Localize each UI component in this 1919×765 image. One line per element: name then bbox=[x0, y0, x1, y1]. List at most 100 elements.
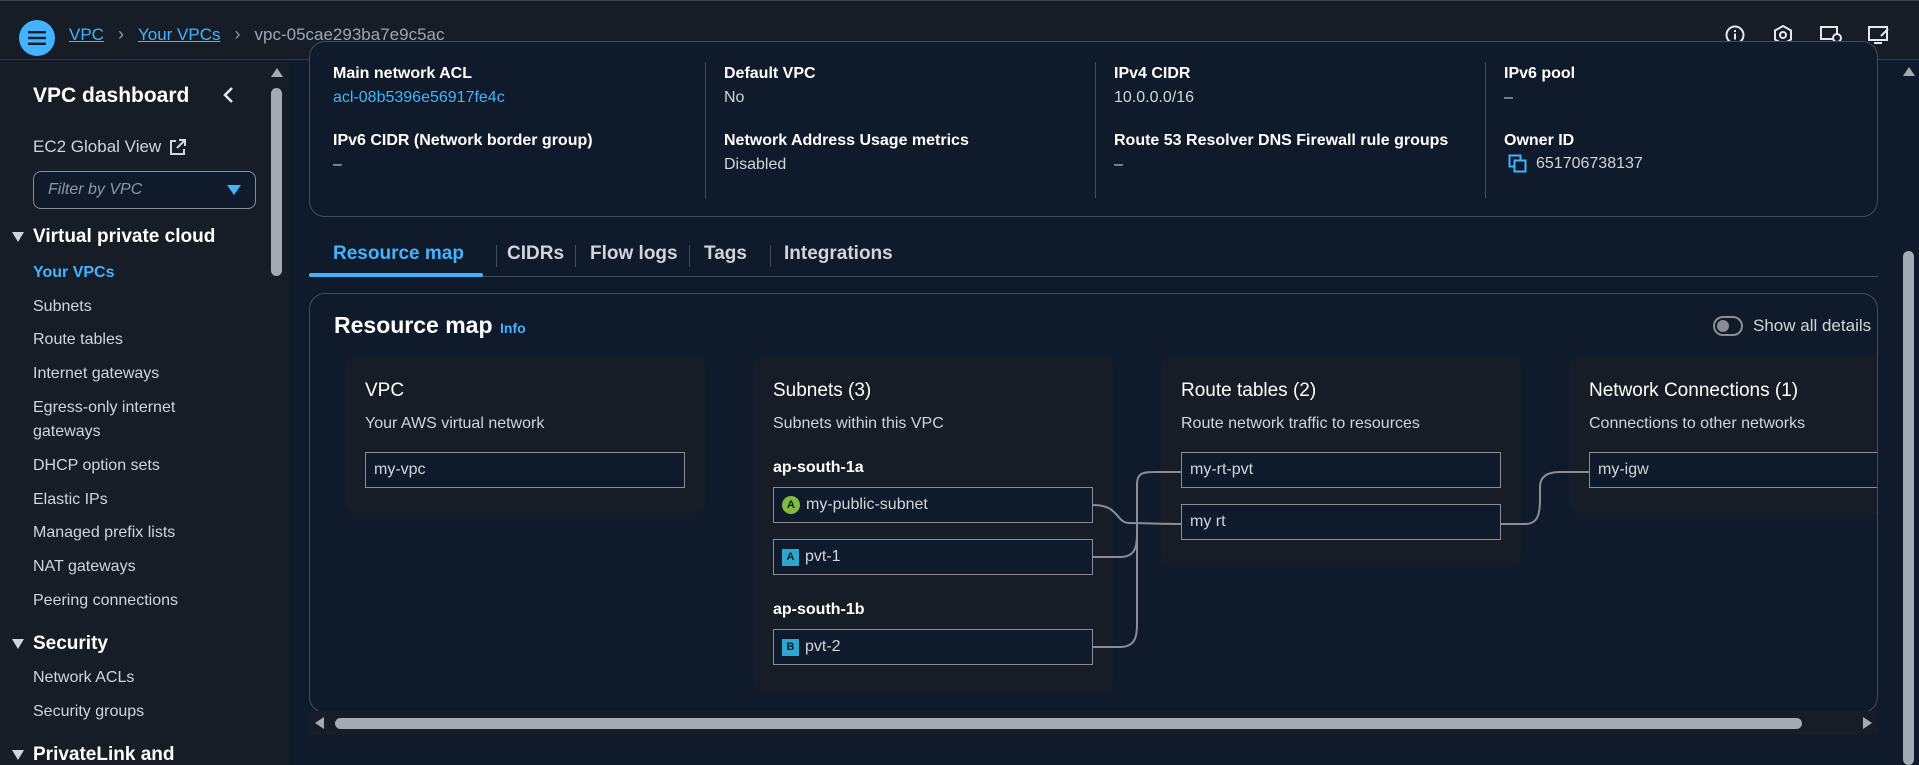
tab-divider bbox=[496, 245, 497, 267]
sidebar-item-subnets[interactable]: Subnets bbox=[33, 295, 92, 319]
default-vpc-value: No bbox=[724, 89, 745, 106]
subnet-node-my-public-subnet[interactable]: A my-public-subnet bbox=[773, 487, 1093, 523]
details-column-1: Main network ACL acl-08b5396e56917fe4c I… bbox=[310, 62, 700, 198]
sidebar-scroll-thumb[interactable] bbox=[271, 88, 282, 276]
public-subnet-badge-icon: A bbox=[782, 496, 800, 514]
collapse-sidebar-button[interactable] bbox=[221, 85, 241, 107]
hamburger-menu-button[interactable] bbox=[19, 20, 55, 56]
breadcrumb-vpc-link[interactable]: VPC bbox=[69, 25, 104, 45]
caret-down-icon bbox=[227, 185, 241, 195]
page-scrollbar[interactable] bbox=[1899, 61, 1919, 765]
tab-divider bbox=[689, 245, 690, 267]
tab-divider bbox=[770, 245, 771, 267]
external-link-icon bbox=[170, 139, 187, 155]
sidebar-item-egress-only-internet-gateways[interactable]: Egress-only internet gateways bbox=[33, 396, 233, 444]
filter-placeholder: Filter by VPC bbox=[48, 181, 143, 198]
route-table-node-my-rt[interactable]: my rt bbox=[1181, 504, 1501, 540]
scroll-right-icon[interactable] bbox=[1863, 717, 1872, 729]
details-column-3: IPv4 CIDR 10.0.0.0/16 Route 53 Resolver … bbox=[1095, 62, 1485, 198]
details-column-2: Default VPC No Network Address Usage met… bbox=[705, 62, 1095, 198]
route-tables-column-title: Route tables (2) bbox=[1181, 380, 1317, 401]
main-acl-label: Main network ACL bbox=[333, 65, 472, 82]
sidebar-item-internet-gateways[interactable]: Internet gateways bbox=[33, 362, 159, 386]
sidebar-item-managed-prefix-lists[interactable]: Managed prefix lists bbox=[33, 521, 175, 545]
sidebar-item-nat-gateways[interactable]: NAT gateways bbox=[33, 555, 136, 579]
tab-divider bbox=[575, 245, 576, 267]
sidebar-item-dhcp-option-sets[interactable]: DHCP option sets bbox=[33, 454, 160, 478]
section-security[interactable]: Security bbox=[12, 633, 108, 655]
ipv6-pool-value: – bbox=[1504, 89, 1513, 106]
vpc-node-label: my-vpc bbox=[374, 461, 426, 478]
chevron-left-icon bbox=[223, 87, 233, 103]
sidebar-title: VPC dashboard bbox=[33, 84, 190, 107]
subnet-node-label: pvt-2 bbox=[805, 638, 841, 655]
route-table-node-my-rt-pvt[interactable]: my-rt-pvt bbox=[1181, 452, 1501, 488]
route-table-node-label: my-rt-pvt bbox=[1190, 461, 1254, 478]
tab-integrations[interactable]: Integrations bbox=[784, 243, 893, 265]
subnets-column-title: Subnets (3) bbox=[773, 380, 872, 401]
toggle-knob bbox=[1717, 320, 1729, 332]
horizontal-scroll-thumb[interactable] bbox=[335, 718, 1802, 729]
section-title: Virtual private cloud bbox=[33, 226, 216, 247]
tab-tags[interactable]: Tags bbox=[704, 243, 747, 265]
scroll-left-icon[interactable] bbox=[315, 717, 324, 729]
tab-resource-map[interactable]: Resource map bbox=[333, 243, 464, 265]
caret-down-icon bbox=[12, 232, 24, 242]
chevron-right-icon: › bbox=[117, 24, 124, 44]
page-scroll-thumb[interactable] bbox=[1903, 251, 1914, 765]
caret-down-icon bbox=[12, 639, 24, 649]
sidebar: VPC dashboard EC2 Global View Filter by … bbox=[0, 61, 265, 765]
owner-id-value: 651706738137 bbox=[1536, 155, 1643, 172]
resource-map-horizontal-scrollbar[interactable] bbox=[309, 711, 1878, 735]
tab-cidrs[interactable]: CIDRs bbox=[507, 243, 564, 265]
copy-icon[interactable] bbox=[1508, 154, 1528, 174]
private-subnet-badge-icon: A bbox=[782, 548, 799, 566]
main-acl-link[interactable]: acl-08b5396e56917fe4c bbox=[333, 89, 505, 107]
breadcrumb-your-vpcs-link[interactable]: Your VPCs bbox=[138, 25, 221, 45]
info-link[interactable]: Info bbox=[500, 320, 526, 336]
subnet-node-pvt-1[interactable]: A pvt-1 bbox=[773, 539, 1093, 575]
connection-node-label: my-igw bbox=[1598, 461, 1649, 478]
resource-map-panel: Resource map Info Show all details VPC Y… bbox=[309, 293, 1878, 713]
show-all-details-toggle[interactable] bbox=[1713, 316, 1743, 336]
private-subnet-badge-icon: B bbox=[782, 638, 799, 656]
ec2-global-view-label: EC2 Global View bbox=[33, 137, 162, 156]
section-virtual-private-cloud[interactable]: Virtual private cloud bbox=[12, 226, 215, 248]
show-all-details-label: Show all details bbox=[1753, 316, 1872, 335]
main-content: Main network ACL acl-08b5396e56917fe4c I… bbox=[289, 41, 1899, 765]
section-title: PrivateLink and bbox=[33, 744, 175, 765]
route53-value: – bbox=[1114, 156, 1123, 173]
section-privatelink[interactable]: PrivateLink and bbox=[12, 744, 175, 765]
sidebar-item-your-vpcs[interactable]: Your VPCs bbox=[33, 261, 115, 285]
subnet-node-label: my-public-subnet bbox=[806, 496, 928, 513]
route-tables-column-desc: Route network traffic to resources bbox=[1181, 415, 1420, 432]
route-table-node-label: my rt bbox=[1190, 513, 1226, 530]
connection-node-my-igw[interactable]: my-igw bbox=[1589, 452, 1877, 488]
scroll-up-icon[interactable] bbox=[271, 68, 283, 77]
sidebar-item-network-acls[interactable]: Network ACLs bbox=[33, 666, 134, 690]
default-vpc-label: Default VPC bbox=[724, 65, 816, 82]
tab-flow-logs[interactable]: Flow logs bbox=[590, 243, 678, 265]
details-column-4: IPv6 pool – Owner ID 651706738137 bbox=[1485, 62, 1875, 198]
network-connections-column: Network Connections (1) Connections to o… bbox=[1569, 356, 1877, 514]
sidebar-item-elastic-ips[interactable]: Elastic IPs bbox=[33, 488, 108, 512]
ipv4-cidr-label: IPv4 CIDR bbox=[1114, 65, 1191, 82]
hamburger-icon bbox=[28, 31, 46, 45]
ipv6-pool-label: IPv6 pool bbox=[1504, 65, 1576, 82]
vpc-column-title: VPC bbox=[365, 380, 405, 401]
sidebar-item-peering-connections[interactable]: Peering connections bbox=[33, 589, 178, 613]
vpc-node-my-vpc[interactable]: my-vpc bbox=[365, 452, 685, 488]
owner-id-row: 651706738137 bbox=[1508, 154, 1643, 174]
subnet-node-pvt-2[interactable]: B pvt-2 bbox=[773, 629, 1093, 665]
route53-label: Route 53 Resolver DNS Firewall rule grou… bbox=[1114, 132, 1449, 149]
sidebar-scrollbar[interactable] bbox=[265, 61, 289, 765]
vpc-details-card: Main network ACL acl-08b5396e56917fe4c I… bbox=[309, 41, 1878, 217]
nau-metrics-label: Network Address Usage metrics bbox=[724, 132, 969, 149]
caret-down-icon bbox=[12, 750, 24, 760]
ec2-global-view-link[interactable]: EC2 Global View bbox=[33, 137, 187, 157]
sidebar-item-security-groups[interactable]: Security groups bbox=[33, 700, 144, 724]
subnets-column-desc: Subnets within this VPC bbox=[773, 415, 944, 432]
filter-by-vpc-select[interactable]: Filter by VPC bbox=[33, 171, 256, 209]
scroll-up-icon[interactable] bbox=[1903, 67, 1915, 76]
sidebar-item-route-tables[interactable]: Route tables bbox=[33, 328, 123, 352]
